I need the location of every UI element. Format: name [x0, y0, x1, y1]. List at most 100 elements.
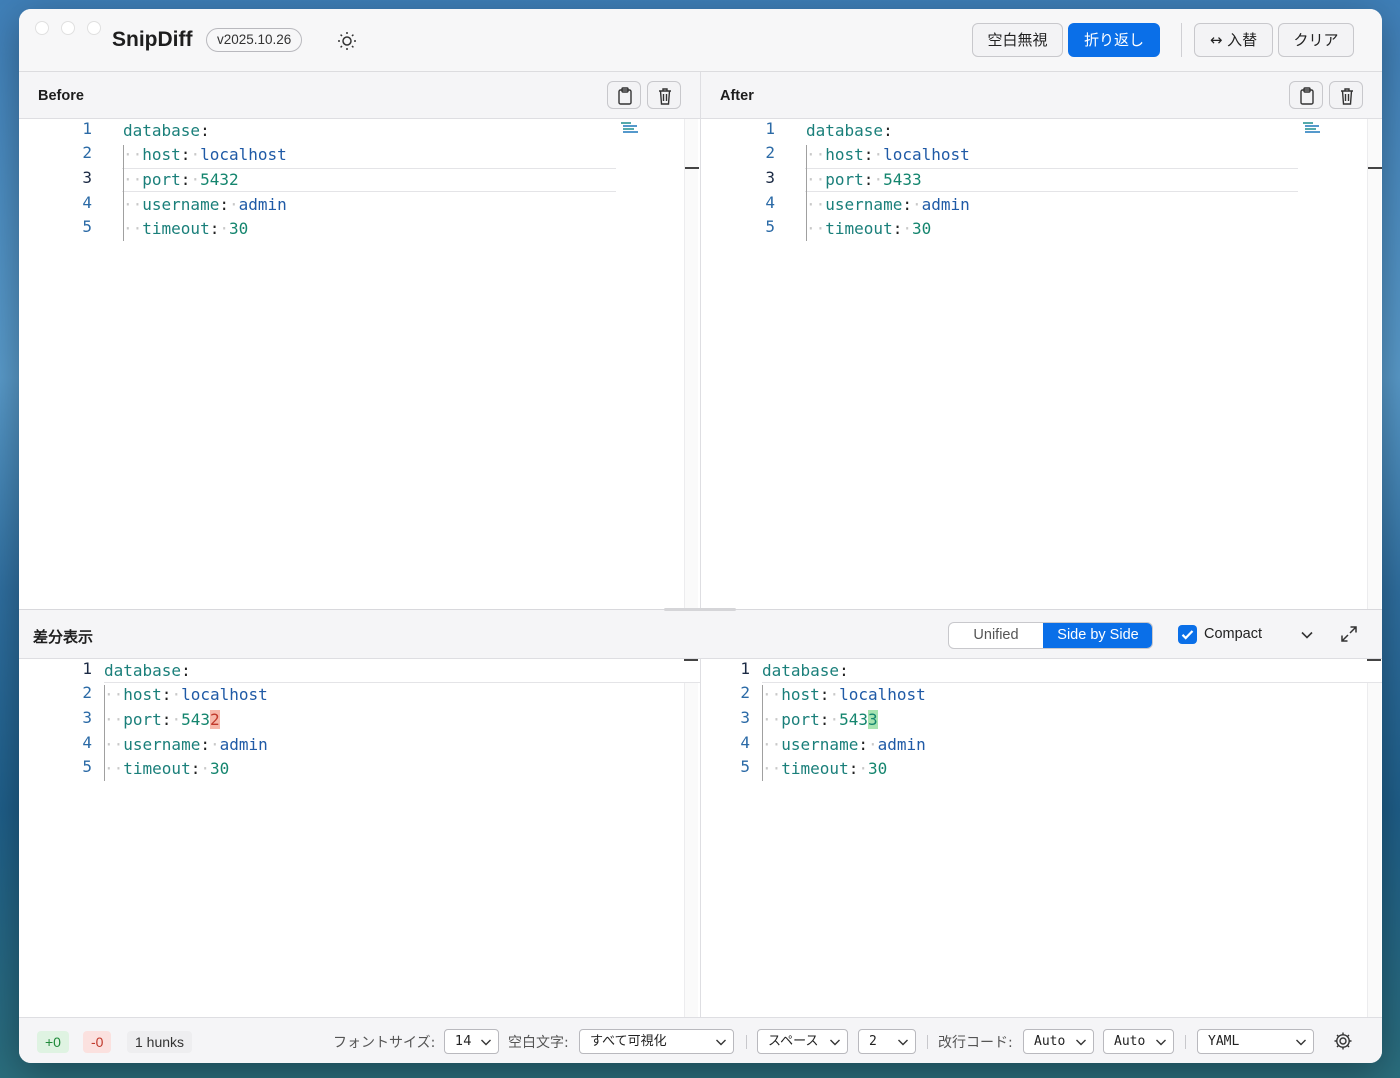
code-line: ··timeout:·30 — [104, 759, 230, 778]
clipboard-icon — [618, 87, 632, 105]
removed-count-badge: -0 — [83, 1031, 112, 1053]
code-line: database: — [806, 121, 893, 140]
expand-button[interactable] — [1340, 625, 1358, 648]
after-scrollbar[interactable] — [1367, 119, 1382, 609]
current-line-highlight — [762, 659, 1382, 683]
toolbar-divider — [1181, 23, 1182, 57]
before-title: Before — [38, 88, 84, 104]
after-editor[interactable]: 1 database: 2 ··host:·localhost 3 ··port… — [701, 119, 1382, 609]
eol-right-select[interactable]: Auto — [1103, 1029, 1174, 1054]
status-bar: +0 -0 1 hunks フォントサイズ: 14 空白文字: すべて可視化 ス… — [19, 1017, 1382, 1063]
trash-icon — [1341, 88, 1353, 105]
code-line: ··username:·admin — [806, 195, 970, 214]
code-line: ··username:·admin — [123, 195, 287, 214]
line-number: 3 — [82, 708, 92, 727]
theme-toggle-button[interactable] — [335, 29, 359, 53]
before-clear-button[interactable] — [647, 81, 681, 109]
indent-size-select[interactable]: 2 — [858, 1029, 916, 1054]
line-number: 2 — [740, 683, 750, 702]
line-number: 2 — [82, 143, 92, 162]
code-line-added: ··port:·5433 — [762, 710, 878, 729]
line-number: 5 — [82, 757, 92, 776]
scroll-position-marker — [1367, 659, 1381, 661]
code-line: ··host:·localhost — [806, 145, 970, 164]
after-pane-header: After — [700, 72, 1382, 119]
clipboard-icon — [1300, 87, 1314, 105]
chevron-down-icon — [1296, 1039, 1306, 1046]
code-line: database: — [123, 121, 210, 140]
font-size-select[interactable]: 14 — [444, 1029, 499, 1054]
before-paste-button[interactable] — [607, 81, 641, 109]
line-number: 1 — [740, 659, 750, 678]
chevron-down-icon — [1301, 631, 1313, 639]
minimap[interactable] — [621, 121, 641, 133]
line-number: 4 — [82, 733, 92, 752]
footer-divider — [927, 1035, 928, 1049]
expand-icon — [1341, 626, 1357, 642]
code-line: ··timeout:·30 — [123, 219, 249, 238]
hunks-count-badge: 1 hunks — [127, 1031, 193, 1053]
title-bar: SnipDiff v2025.10.26 空白無視 折り返し ↔ 入替 クリア — [19, 9, 1382, 72]
before-scrollbar[interactable] — [684, 119, 699, 609]
diff-left-pane[interactable]: 1 database: 2 ··host:·localhost 3 ··port… — [19, 659, 700, 1017]
before-editor[interactable]: 1 database: 2 ··host:·localhost 3 ··port… — [19, 119, 700, 609]
minimap[interactable] — [1303, 121, 1323, 133]
collapse-button[interactable] — [1299, 627, 1315, 648]
scroll-position-marker — [1368, 167, 1382, 169]
wrap-button[interactable]: 折り返し — [1068, 23, 1160, 57]
code-line: database: — [762, 661, 849, 680]
line-number: 4 — [82, 193, 92, 212]
unified-mode-button[interactable]: Unified — [949, 623, 1043, 648]
scroll-position-marker — [684, 659, 698, 661]
minimize-window-button[interactable] — [61, 21, 75, 35]
code-line: ··port:·5433 — [806, 170, 922, 189]
resize-handle[interactable] — [664, 608, 736, 611]
view-mode-toggle: Unified Side by Side — [948, 622, 1153, 649]
code-line-removed: ··port:·5432 — [104, 710, 220, 729]
code-line: database: — [104, 661, 191, 680]
code-line: ··timeout:·30 — [762, 759, 888, 778]
app-title: SnipDiff — [112, 28, 193, 51]
before-pane-header: Before — [19, 72, 700, 119]
code-line: ··username:·admin — [104, 735, 268, 754]
chevron-down-icon — [481, 1039, 491, 1046]
diff-right-pane[interactable]: 1 database: 2 ··host:·localhost 3 ··port… — [701, 659, 1382, 1017]
eol-left-select[interactable]: Auto — [1023, 1029, 1094, 1054]
indent-type-select[interactable]: スペース — [757, 1029, 848, 1054]
app-window: SnipDiff v2025.10.26 空白無視 折り返し ↔ 入替 クリア … — [19, 9, 1382, 1063]
diff-right-scrollbar[interactable] — [1367, 683, 1381, 1017]
removed-char-highlight: 2 — [209, 710, 220, 729]
after-title: After — [720, 88, 754, 104]
font-size-label: フォントサイズ: — [333, 1035, 436, 1051]
diff-left-scrollbar[interactable] — [684, 683, 698, 1017]
added-char-highlight: 3 — [867, 710, 878, 729]
line-number: 2 — [765, 143, 775, 162]
chevron-down-icon — [1076, 1039, 1086, 1046]
line-number: 4 — [740, 733, 750, 752]
close-window-button[interactable] — [35, 21, 49, 35]
line-number: 5 — [82, 217, 92, 236]
ignore-whitespace-button[interactable]: 空白無視 — [972, 23, 1063, 57]
line-number: 5 — [765, 217, 775, 236]
gear-icon — [1334, 1032, 1352, 1050]
clear-button[interactable]: クリア — [1278, 23, 1354, 57]
swap-button[interactable]: ↔ 入替 — [1194, 23, 1273, 57]
zoom-window-button[interactable] — [87, 21, 101, 35]
eol-label: 改行コード: — [938, 1035, 1013, 1051]
language-select[interactable]: YAML — [1197, 1029, 1314, 1054]
line-number: 3 — [765, 168, 775, 187]
side-by-side-mode-button[interactable]: Side by Side — [1043, 623, 1152, 648]
code-line: ··host:·localhost — [762, 685, 926, 704]
line-number: 5 — [740, 757, 750, 776]
code-line: ··timeout:·30 — [806, 219, 932, 238]
code-line: ··host:·localhost — [123, 145, 287, 164]
after-paste-button[interactable] — [1289, 81, 1323, 109]
added-count-badge: +0 — [37, 1031, 69, 1053]
compact-label: Compact — [1204, 626, 1263, 642]
whitespace-select[interactable]: すべて可視化 — [579, 1029, 734, 1054]
settings-button[interactable] — [1333, 1031, 1353, 1056]
line-number: 1 — [82, 119, 92, 138]
compact-checkbox[interactable] — [1178, 625, 1197, 644]
code-line: ··host:·localhost — [104, 685, 268, 704]
after-clear-button[interactable] — [1329, 81, 1363, 109]
